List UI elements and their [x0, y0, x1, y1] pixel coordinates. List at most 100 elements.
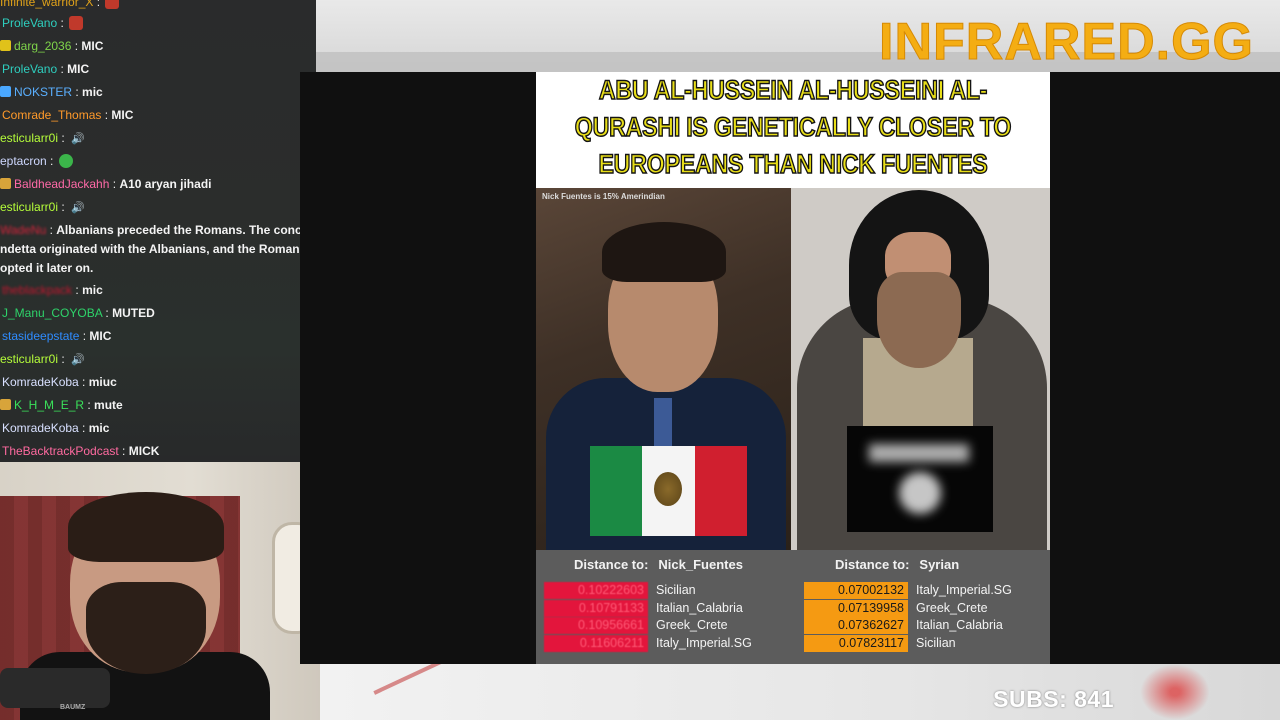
chat-message: ProleVano : — [2, 14, 84, 33]
bottom-banner — [320, 664, 1280, 720]
chat-text: MIC — [81, 39, 104, 53]
population-name: Italian_Calabria — [916, 618, 1003, 632]
population-name: Sicilian — [916, 635, 956, 650]
chat-message: TheBacktrackPodcast : MICK — [2, 444, 160, 458]
photo-syrian — [791, 188, 1050, 550]
chat-message: Infinite_warrior_X : — [0, 0, 120, 12]
stream-overlay: INFRARED.GG Infinite_warrior_X : ProleVa… — [0, 0, 1280, 720]
chat-message: ProleVano : MIC — [2, 62, 90, 76]
chat-username[interactable]: esticularr0i — [0, 352, 58, 366]
cam-hair — [68, 492, 224, 562]
population-name: Greek_Crete — [916, 600, 988, 615]
distance-value: 0.07002132 — [804, 582, 908, 599]
headline-line: ABU AL-HUSSEIN AL-HUSSEINI AL- — [598, 74, 988, 106]
headline-line: EUROPEANS THAN NICK FUENTES — [598, 148, 989, 180]
cam-beard — [86, 582, 206, 674]
beard — [877, 272, 961, 368]
chat-username[interactable]: BaldheadJackahh — [14, 177, 109, 191]
chat-panel[interactable]: Infinite_warrior_X : ProleVano : darg_20… — [0, 0, 316, 462]
right-table-header: Distance to: Syrian — [835, 557, 960, 572]
headline-box: ABU AL-HUSSEIN AL-HUSSEINI AL- QURASHI I… — [536, 72, 1050, 188]
chat-message: BaldheadJackahh : A10 aryan jihadi — [0, 175, 211, 194]
chat-badge-icon — [0, 86, 11, 97]
paint-splash — [373, 664, 457, 695]
distance-tables: Distance to: Nick_Fuentes Distance to: Syr… — [536, 550, 1050, 664]
distance-value: 0.07362627 — [804, 617, 908, 634]
chat-text: MIC — [89, 329, 112, 343]
blurred-flag-icon — [847, 426, 993, 532]
speaker-icon: 🔊 — [71, 133, 85, 145]
distance-value: 0.10791133 — [544, 599, 648, 617]
chat-text: A10 aryan jihadi — [119, 177, 212, 191]
distance-value: 0.11606211 — [544, 634, 648, 652]
webcam-feed: BAUMZ — [0, 462, 320, 720]
chat-message: esticularr0i : 🔊 — [0, 198, 85, 218]
chat-message: esticularr0i : 🔊 — [0, 129, 85, 149]
distance-value: 0.10956661 — [544, 617, 648, 634]
chat-message: eptacron : — [0, 152, 73, 171]
chat-text: MUTED — [112, 306, 155, 320]
chat-text: MICK — [128, 444, 160, 458]
top-banner: INFRARED.GG — [316, 0, 1280, 72]
microphone — [0, 668, 110, 708]
chat-username[interactable]: stasideepstate — [2, 329, 79, 343]
chat-badge-icon — [0, 40, 11, 51]
chat-badge-icon — [0, 399, 11, 410]
chat-username[interactable]: darg_2036 — [14, 39, 71, 53]
chat-message: KomradeKoba : miuc — [2, 375, 117, 389]
emote-icon — [69, 16, 84, 30]
chat-username[interactable]: WadeNu — [0, 223, 46, 237]
chat-username[interactable]: esticularr0i — [0, 131, 58, 145]
emote-icon — [58, 154, 73, 168]
chat-text: MIC — [67, 62, 90, 76]
mexico-flag-icon — [590, 446, 747, 536]
chat-username[interactable]: J_Manu_COYOBA — [2, 306, 102, 320]
chat-username[interactable]: esticularr0i — [0, 200, 58, 214]
emote-icon — [105, 0, 120, 9]
chat-username[interactable]: KomradeKoba — [2, 375, 79, 389]
chat-message: Comrade_Thomas : MIC — [2, 108, 134, 122]
chat-text: mic — [82, 283, 103, 297]
population-name: Italian_Calabria — [656, 600, 743, 615]
chat-text: mic — [82, 85, 103, 99]
chat-username[interactable]: NOKSTER — [14, 85, 72, 99]
chat-username[interactable]: KomradeKoba — [2, 421, 79, 435]
chat-username[interactable]: K_H_M_E_R — [14, 398, 84, 412]
hair — [602, 222, 726, 282]
chat-message: NOKSTER : mic — [0, 83, 103, 102]
chat-username[interactable]: eptacron — [0, 154, 47, 168]
population-name: Greek_Crete — [656, 618, 728, 632]
chat-text: MIC — [111, 108, 134, 122]
headline-line: QURASHI IS GENETICALLY CLOSER TO — [574, 111, 1012, 143]
chat-message: theblackpack : mic — [2, 283, 103, 297]
subscriber-count: SUBS: 841 — [993, 686, 1114, 712]
chat-username[interactable]: theblackpack — [2, 283, 72, 297]
chat-message: KomradeKoba : mic — [2, 421, 110, 435]
distance-value: 0.10222603 — [544, 582, 648, 599]
chat-username[interactable]: ProleVano — [2, 16, 57, 30]
chat-text: mute — [94, 398, 123, 412]
chat-message: WadeNu : Albanians preceded the Romans. … — [0, 221, 316, 278]
photo-nick-fuentes: Nick Fuentes is 15% Amerindian — [536, 188, 791, 550]
chat-username[interactable]: Infinite_warrior_X — [0, 0, 93, 9]
chat-message: darg_2036 : MIC — [0, 37, 103, 56]
chat-message: esticularr0i : 🔊 — [0, 350, 85, 370]
chat-username[interactable]: Comrade_Thomas — [2, 108, 101, 122]
chat-text: mic — [88, 421, 110, 435]
distance-value: 0.07139958 — [804, 599, 908, 617]
chat-message: J_Manu_COYOBA : MUTED — [2, 306, 155, 320]
infrared-logo: INFRARED.GG — [879, 13, 1254, 72]
speaker-icon: 🔊 — [71, 202, 85, 214]
distance-value: 0.07823117 — [804, 634, 908, 652]
population-name: Sicilian — [656, 583, 696, 597]
chat-message: stasideepstate : MIC — [2, 329, 112, 343]
chat-username[interactable]: ProleVano — [2, 62, 57, 76]
article-graphic: ABU AL-HUSSEIN AL-HUSSEINI AL- QURASHI I… — [536, 72, 1050, 664]
mic-brand: BAUMZ — [60, 704, 86, 711]
population-name: Italy_Imperial.SG — [916, 583, 1012, 597]
chat-username[interactable]: TheBacktrackPodcast — [2, 444, 119, 458]
chat-text: miuc — [88, 375, 117, 389]
photo-caption: Nick Fuentes is 15% Amerindian — [542, 192, 665, 201]
chat-badge-icon — [0, 178, 11, 189]
left-table-header: Distance to: Nick_Fuentes — [574, 557, 743, 572]
